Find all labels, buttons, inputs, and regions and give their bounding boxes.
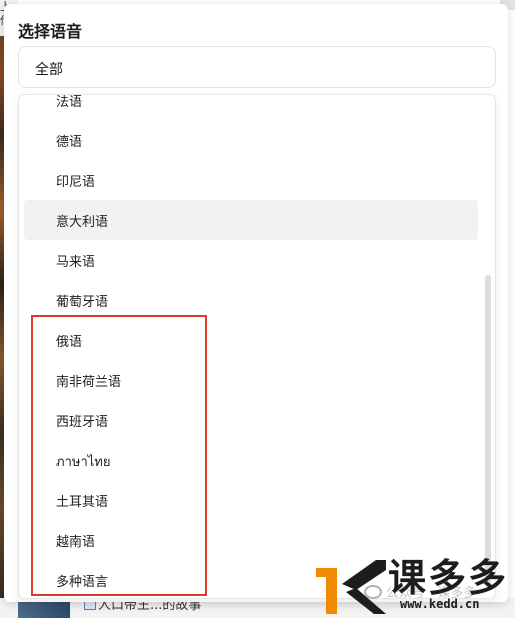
language-option[interactable]: 马来语 bbox=[24, 240, 478, 280]
language-option-label: 马来语 bbox=[56, 255, 96, 270]
language-option-label: 葡萄牙语 bbox=[56, 295, 109, 310]
language-option-label: 意大利语 bbox=[56, 215, 109, 230]
language-option[interactable]: 法语 bbox=[24, 95, 478, 120]
panel-title: 选择语音 bbox=[18, 22, 83, 41]
language-select-value: 全部 bbox=[35, 62, 63, 78]
language-option[interactable]: 印尼语 bbox=[24, 160, 478, 200]
language-select[interactable]: 全部 bbox=[18, 46, 496, 88]
logo-url: www.kedd.cn bbox=[400, 597, 480, 611]
language-option-label: 法语 bbox=[56, 95, 83, 110]
language-option[interactable]: 葡萄牙语 bbox=[24, 280, 478, 320]
language-option-label: 德语 bbox=[56, 135, 83, 150]
logo-text: 课多多 bbox=[388, 556, 509, 600]
language-option-label: 印尼语 bbox=[56, 175, 96, 190]
dropdown-scrollbar[interactable] bbox=[485, 275, 491, 587]
k-logo-icon bbox=[316, 560, 386, 614]
kedd-logo: 课多多 www.kedd.cn bbox=[316, 558, 512, 616]
language-option-hovered[interactable]: 意大利语 bbox=[24, 200, 478, 240]
annotation-highlight-box bbox=[31, 315, 207, 596]
language-option[interactable]: 德语 bbox=[24, 120, 478, 160]
